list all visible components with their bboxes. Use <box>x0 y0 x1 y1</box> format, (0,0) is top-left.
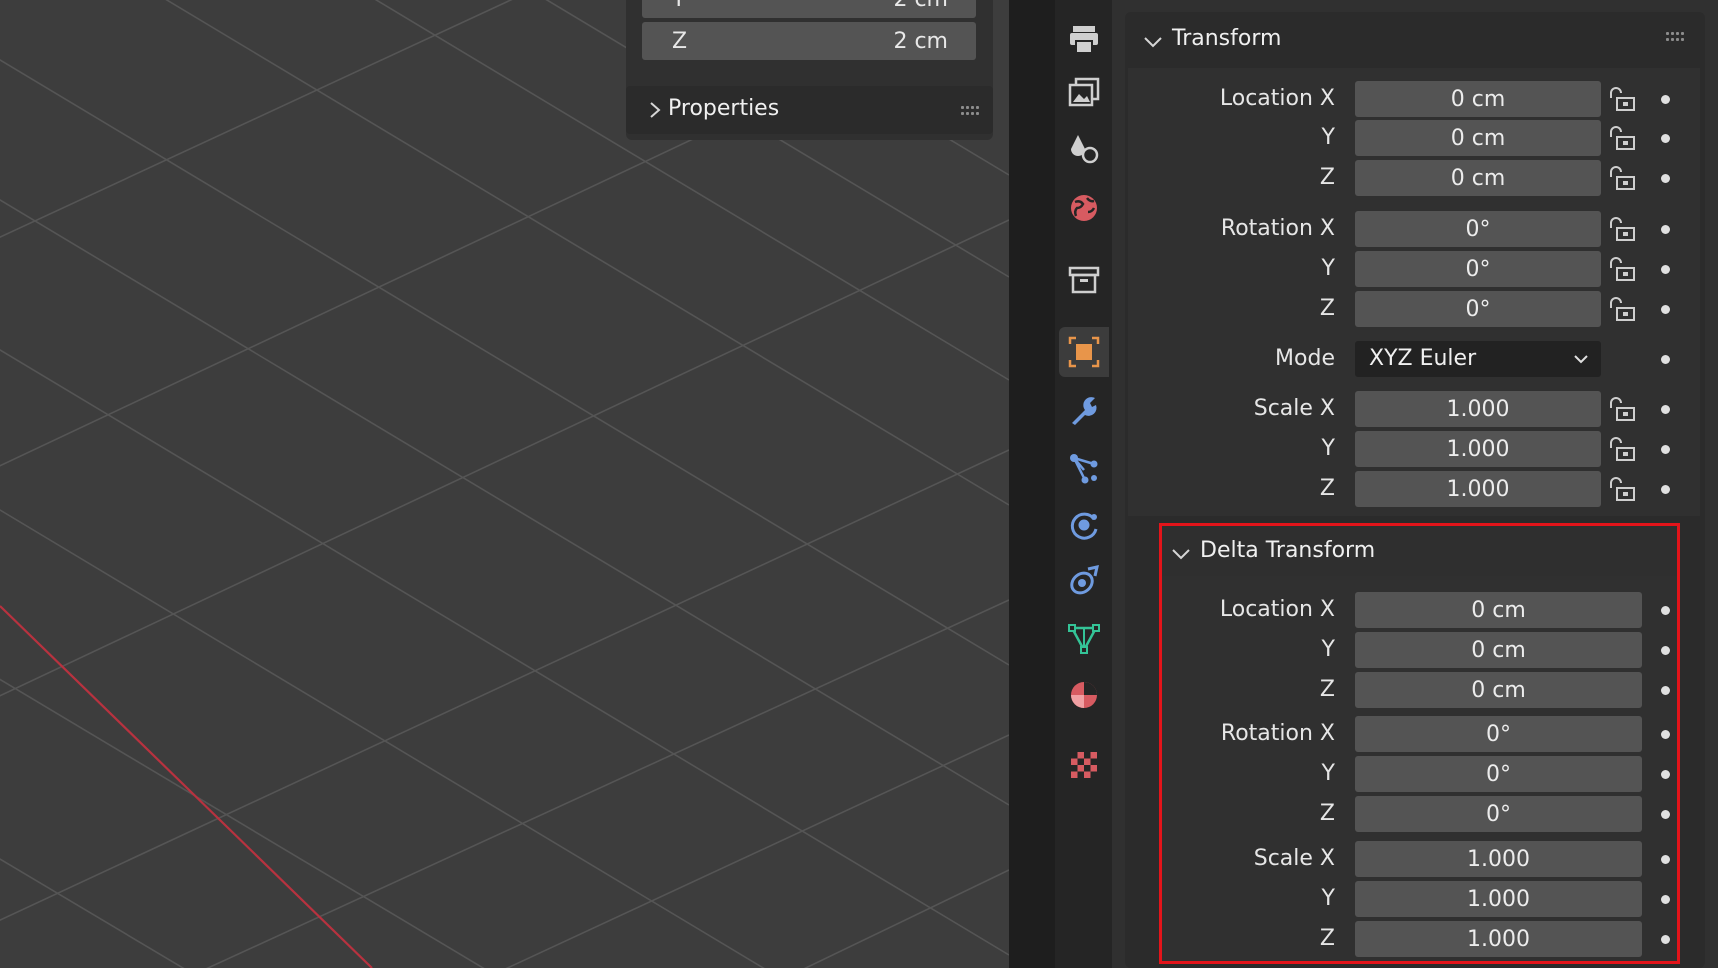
keyframe-dot[interactable] <box>1661 445 1670 454</box>
scale-x-field[interactable]: 1.000 <box>1355 391 1601 427</box>
material-tab[interactable] <box>1059 670 1109 720</box>
lock-open-icon[interactable] <box>1607 86 1637 112</box>
collection-tab[interactable] <box>1059 255 1109 305</box>
lock-open-icon[interactable] <box>1607 396 1637 422</box>
drag-grip-icon[interactable] <box>1666 32 1684 41</box>
rotation-x-label: Rotation X <box>1220 216 1335 241</box>
lock-open-icon[interactable] <box>1607 216 1637 242</box>
constraints-tab[interactable] <box>1059 556 1109 606</box>
rotation-mode-value: XYZ Euler <box>1369 346 1477 371</box>
transform-panel-title: Transform <box>1172 26 1282 51</box>
keyframe-dot[interactable] <box>1661 485 1670 494</box>
keyframe-dot[interactable] <box>1661 95 1670 104</box>
object-tab[interactable] <box>1059 327 1109 377</box>
keyframe-dot[interactable] <box>1661 134 1670 143</box>
chevron-right-icon <box>650 102 661 118</box>
rotation-z-label: Z <box>1319 296 1335 321</box>
lock-open-icon[interactable] <box>1607 436 1637 462</box>
location-z-label: Z <box>1319 165 1335 190</box>
render-tab[interactable] <box>1059 14 1109 64</box>
sidebar-npanel: Y 2 cm Z 2 cm Properties <box>626 0 993 140</box>
mesh-data-icon <box>1068 624 1100 654</box>
printer-icon <box>1070 26 1098 54</box>
keyframe-dot[interactable] <box>1661 305 1670 314</box>
rotation-mode-dropdown[interactable]: XYZ Euler <box>1355 341 1601 377</box>
dimension-z-value: 2 cm <box>893 29 948 54</box>
box-icon <box>1068 266 1100 294</box>
keyframe-dot[interactable] <box>1661 265 1670 274</box>
scale-z-field[interactable]: 1.000 <box>1355 471 1601 507</box>
dimension-z-label: Z <box>672 29 688 54</box>
dimension-y-value: 2 cm <box>893 0 948 12</box>
lock-open-icon[interactable] <box>1607 296 1637 322</box>
scale-y-field[interactable]: 1.000 <box>1355 431 1601 467</box>
properties-panel-title: Properties <box>668 96 780 121</box>
mode-label: Mode <box>1275 346 1335 371</box>
view-layer-icon <box>1071 135 1099 164</box>
x-axis-line <box>0 605 373 968</box>
object-icon <box>1068 336 1100 368</box>
properties-tabs <box>1055 0 1112 968</box>
location-y-label: Y <box>1321 125 1335 150</box>
rotation-y-field[interactable]: 0° <box>1355 251 1601 287</box>
constraint-icon <box>1070 565 1099 595</box>
wrench-icon <box>1072 397 1097 425</box>
rotation-z-field[interactable]: 0° <box>1355 291 1601 327</box>
data-tab[interactable] <box>1059 613 1109 663</box>
location-z-field[interactable]: 0 cm <box>1355 160 1601 196</box>
image-stack-icon <box>1068 77 1100 107</box>
world-tab[interactable] <box>1059 183 1109 233</box>
texture-tab[interactable] <box>1059 740 1109 790</box>
output-tab[interactable] <box>1059 68 1109 118</box>
world-icon <box>1071 195 1097 221</box>
physics-tab[interactable] <box>1059 500 1109 550</box>
location-x-label: Location X <box>1219 86 1335 111</box>
keyframe-dot[interactable] <box>1661 405 1670 414</box>
particles-icon <box>1070 454 1098 484</box>
checker-icon <box>1071 752 1097 778</box>
viewport-grid <box>0 0 1009 968</box>
3d-viewport[interactable]: Y 2 cm Z 2 cm Properties <box>0 0 1009 968</box>
keyframe-dot[interactable] <box>1661 225 1670 234</box>
scale-x-label: Scale X <box>1253 396 1335 421</box>
dimension-y-label: Y <box>672 0 685 12</box>
properties-panel-header[interactable]: Properties <box>626 86 993 134</box>
chevron-down-icon <box>1144 37 1162 48</box>
dimension-z-field[interactable]: Z 2 cm <box>642 22 976 60</box>
location-x-field[interactable]: 0 cm <box>1355 81 1601 117</box>
lock-open-icon[interactable] <box>1607 125 1637 151</box>
rotation-y-label: Y <box>1321 256 1335 281</box>
keyframe-dot[interactable] <box>1661 174 1670 183</box>
drag-grip-icon[interactable] <box>961 106 979 115</box>
particles-tab[interactable] <box>1059 443 1109 493</box>
lock-open-icon[interactable] <box>1607 256 1637 282</box>
view-layer-tab[interactable] <box>1059 124 1109 174</box>
physics-icon <box>1070 512 1098 540</box>
modifiers-tab[interactable] <box>1059 386 1109 436</box>
delta-transform-highlight-box <box>1159 523 1680 964</box>
location-y-field[interactable]: 0 cm <box>1355 120 1601 156</box>
lock-open-icon[interactable] <box>1607 165 1637 191</box>
dimension-y-field[interactable]: Y 2 cm <box>642 0 976 18</box>
scale-y-label: Y <box>1321 436 1335 461</box>
material-icon <box>1071 682 1097 708</box>
keyframe-dot[interactable] <box>1661 355 1670 364</box>
scale-z-label: Z <box>1319 476 1335 501</box>
area-separator[interactable] <box>1009 0 1055 968</box>
lock-open-icon[interactable] <box>1607 476 1637 502</box>
chevron-down-icon <box>1574 355 1588 364</box>
rotation-x-field[interactable]: 0° <box>1355 211 1601 247</box>
